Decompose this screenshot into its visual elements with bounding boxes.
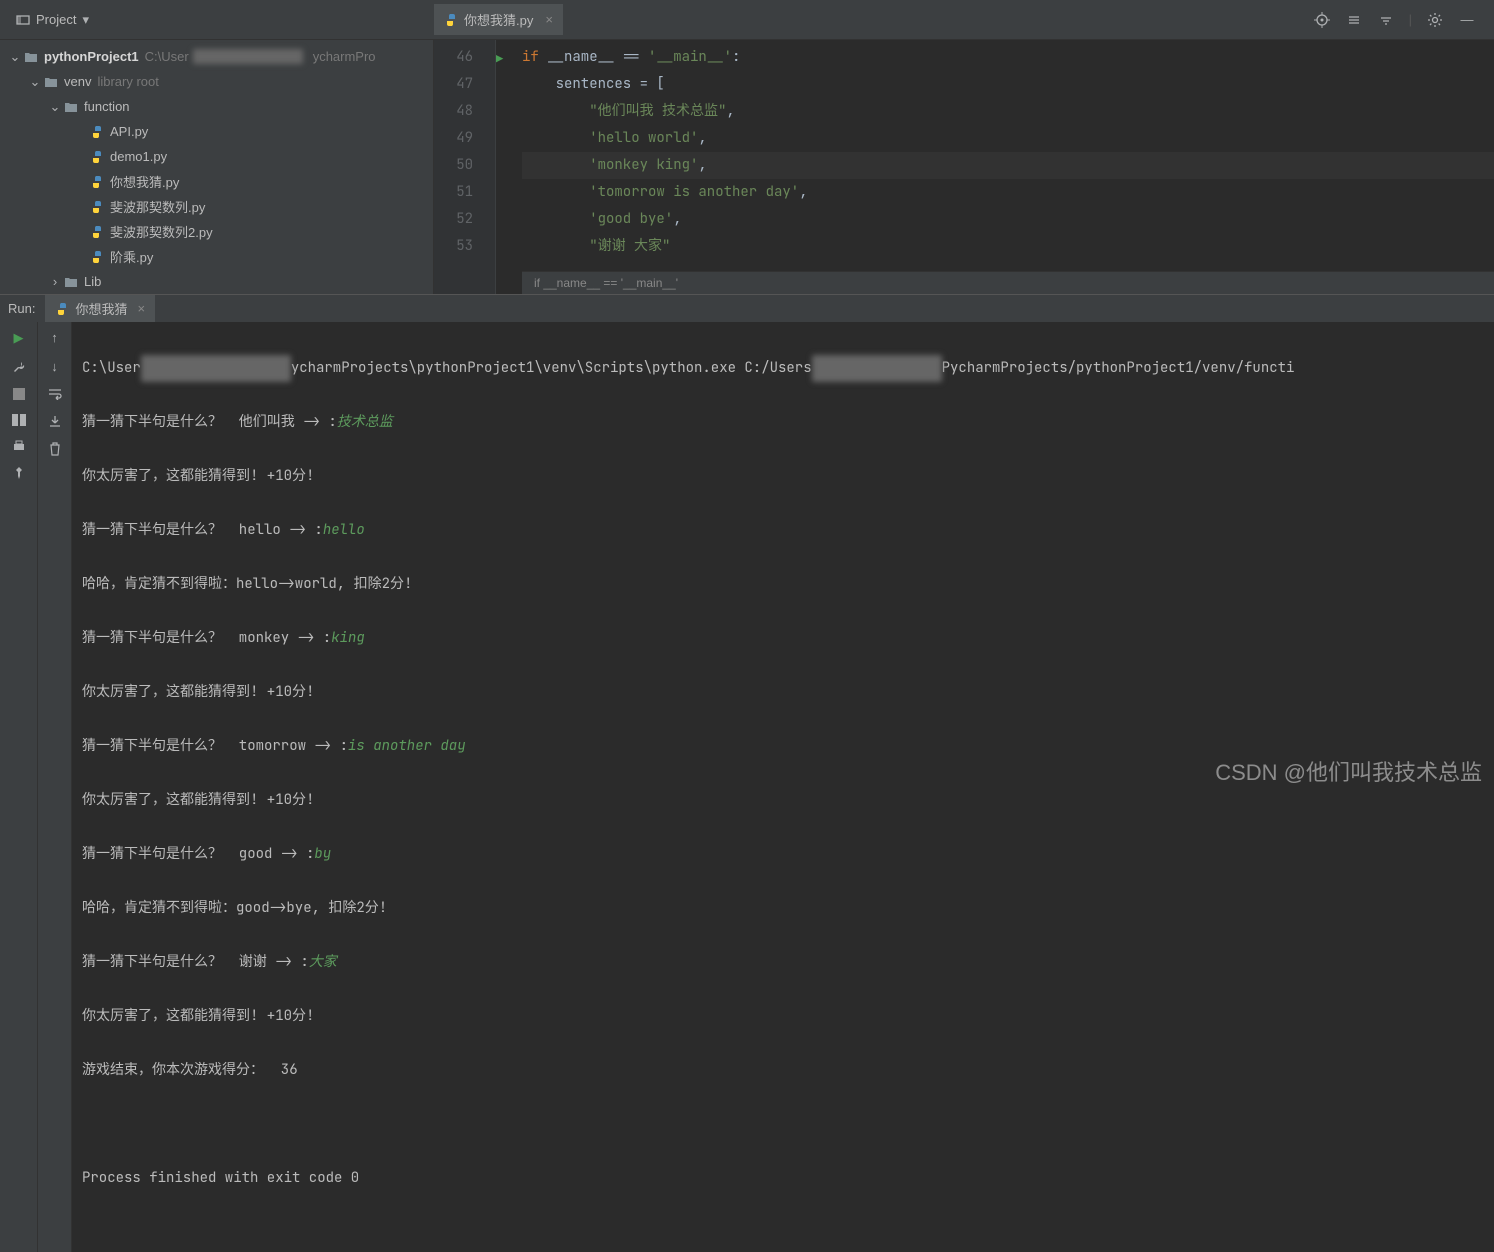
- locate-icon[interactable]: [1313, 11, 1331, 29]
- run-label: Run:: [8, 301, 35, 316]
- tree-function-folder[interactable]: ⌄ function: [0, 94, 433, 119]
- tree-venv-label: venv: [64, 74, 91, 89]
- python-file-icon: [444, 13, 458, 27]
- editor-tab-label: 你想我猜.py: [464, 10, 533, 29]
- soft-wrap-icon[interactable]: [48, 388, 62, 400]
- run-toolbar-left: ▶: [0, 322, 38, 1252]
- console-output[interactable]: C:\UserxxxxxxxxxycharmProjects\pythonPro…: [72, 322, 1494, 1252]
- tree-file-factorial[interactable]: 阶乘.py: [0, 244, 433, 269]
- down-icon[interactable]: ↓: [51, 359, 58, 374]
- run-header: Run: 你想我猜 ×: [0, 295, 1494, 322]
- trash-icon[interactable]: [49, 442, 61, 456]
- project-dropdown-label: Project: [36, 12, 76, 27]
- collapse-all-icon[interactable]: [1377, 11, 1395, 29]
- up-icon[interactable]: ↑: [51, 330, 58, 345]
- chevron-down-icon[interactable]: ⌄: [48, 99, 62, 115]
- python-file-icon: [88, 200, 106, 214]
- run-gutter-icon[interactable]: ▶: [496, 46, 503, 73]
- editor-tab[interactable]: 你想我猜.py ×: [434, 4, 563, 35]
- tree-file-fib2[interactable]: 斐波那契数列2.py: [0, 219, 433, 244]
- tree-venv[interactable]: ⌄ venv library root: [0, 69, 433, 94]
- chevron-down-icon: ▾: [82, 12, 89, 28]
- folder-icon: [22, 51, 40, 63]
- tree-root-label: pythonProject1: [44, 49, 139, 64]
- pin-icon[interactable]: [13, 466, 25, 480]
- breadcrumb[interactable]: if __name__ == '__main__': [522, 271, 1494, 294]
- layout-icon[interactable]: [12, 414, 26, 426]
- tree-file-demo1[interactable]: demo1.py: [0, 144, 433, 169]
- tree-venv-hint: library root: [97, 74, 158, 89]
- gear-icon[interactable]: [1426, 11, 1444, 29]
- gutter: 46 47 48 49 50 51 52 53: [434, 40, 496, 294]
- python-file-icon: [88, 125, 106, 139]
- folder-icon: [62, 276, 80, 288]
- tree-root-path-suffix: ycharmPro: [313, 49, 376, 64]
- code-editor[interactable]: 46 47 48 49 50 51 52 53 ▶ if __name__ ==…: [434, 40, 1494, 294]
- chevron-down-icon[interactable]: ⌄: [28, 74, 42, 90]
- folder-icon: [62, 101, 80, 113]
- scroll-to-end-icon[interactable]: [48, 414, 62, 428]
- tree-function-label: function: [84, 99, 130, 114]
- wrench-icon[interactable]: [12, 360, 26, 374]
- tree-root-path: C:\User: [145, 49, 189, 64]
- chevron-down-icon[interactable]: ⌄: [8, 49, 22, 65]
- expand-all-icon[interactable]: [1345, 11, 1363, 29]
- python-file-icon: [88, 250, 106, 264]
- python-file-icon: [55, 302, 69, 316]
- code-area[interactable]: if __name__ == '__main__': sentences = […: [522, 40, 1494, 260]
- tree-lib-folder[interactable]: › Lib: [0, 269, 433, 294]
- tree-root[interactable]: ⌄ pythonProject1 C:\User xxxxxxxxxxxxxxx…: [0, 44, 433, 69]
- python-file-icon: [88, 175, 106, 189]
- python-file-icon: [88, 150, 106, 164]
- folder-icon: [42, 76, 60, 88]
- main-toolbar: Project ▾ | —: [0, 0, 1494, 40]
- project-view-icon: [16, 13, 30, 27]
- rerun-icon[interactable]: ▶: [14, 330, 24, 346]
- python-file-icon: [88, 225, 106, 239]
- close-icon[interactable]: ×: [545, 12, 553, 27]
- tree-file-fib1[interactable]: 斐波那契数列.py: [0, 194, 433, 219]
- run-tool-window: Run: 你想我猜 × ▶ ↑ ↓ C:\Userxxxxxxxxxycharm…: [0, 294, 1494, 793]
- close-icon[interactable]: ×: [137, 301, 145, 316]
- project-dropdown[interactable]: Project ▾: [8, 8, 97, 32]
- run-toolbar-left-2: ↑ ↓: [38, 322, 72, 1252]
- minimize-icon[interactable]: —: [1458, 11, 1476, 29]
- project-panel: ⌄ pythonProject1 C:\User xxxxxxxxxxxxxxx…: [0, 40, 434, 294]
- stop-icon[interactable]: [13, 388, 25, 400]
- print-icon[interactable]: [12, 440, 26, 452]
- run-tab-label: 你想我猜: [75, 299, 127, 318]
- path-redacted: xxxxxxxxxxxxxxx: [193, 49, 303, 64]
- tree-file-guess[interactable]: 你想我猜.py: [0, 169, 433, 194]
- chevron-right-icon[interactable]: ›: [48, 274, 62, 289]
- tree-file-api[interactable]: API.py: [0, 119, 433, 144]
- run-config-tab[interactable]: 你想我猜 ×: [45, 295, 155, 322]
